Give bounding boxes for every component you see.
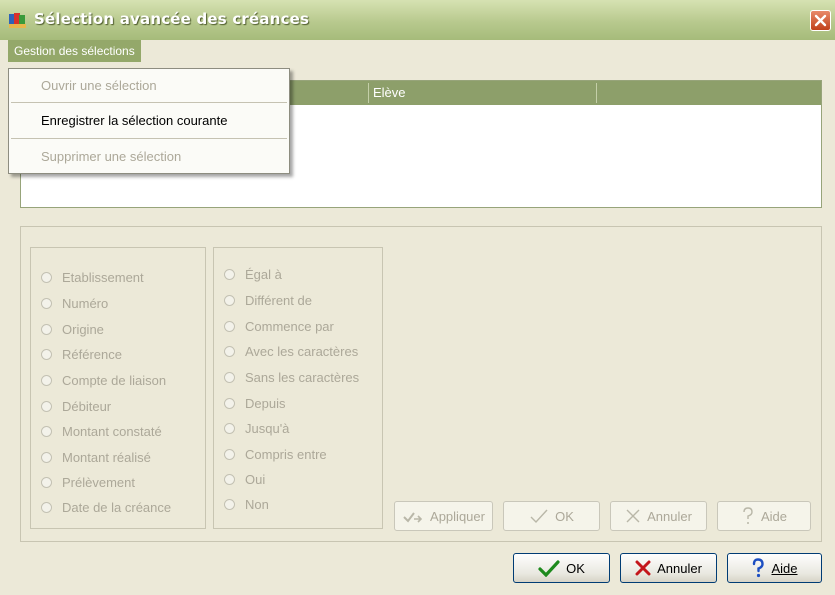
radio-field[interactable]: Date de la créance xyxy=(41,498,171,516)
radio-field[interactable]: Etablissement xyxy=(41,268,144,286)
radio-field[interactable]: Numéro xyxy=(41,294,108,312)
radio-field[interactable]: Montant constaté xyxy=(41,422,162,440)
radio-field[interactable]: Compte de liaison xyxy=(41,371,166,389)
ok-button[interactable]: OK xyxy=(513,553,610,583)
radio-button[interactable] xyxy=(224,498,235,510)
fields-group: Etablissement Numéro Origine Référence C… xyxy=(30,247,206,529)
help-button[interactable]: Aide xyxy=(727,553,822,583)
radio-operator[interactable]: Jusqu'à xyxy=(224,419,289,437)
radio-operator[interactable]: Avec les caractères xyxy=(224,342,358,360)
radio-field[interactable]: Référence xyxy=(41,345,122,363)
criteria-groupbox: Etablissement Numéro Origine Référence C… xyxy=(20,226,822,542)
radio-button[interactable] xyxy=(224,473,235,485)
radio-operator[interactable]: Sans les caractères xyxy=(224,368,359,386)
operators-group: Égal à Différent de Commence par Avec le… xyxy=(213,247,383,529)
apply-arrow-icon xyxy=(402,508,424,524)
radio-button[interactable] xyxy=(41,425,52,437)
inner-cancel-button[interactable]: Annuler xyxy=(610,501,707,531)
radio-button[interactable] xyxy=(224,448,235,460)
radio-button[interactable] xyxy=(41,271,52,283)
radio-button[interactable] xyxy=(41,374,52,386)
radio-operator[interactable]: Différent de xyxy=(224,291,312,309)
radio-button[interactable] xyxy=(224,397,235,409)
menu-separator xyxy=(11,102,287,103)
cancel-button[interactable]: Annuler xyxy=(620,553,717,583)
gestion-selections-menu: Ouvrir une sélection Enregistrer la séle… xyxy=(8,68,290,174)
radio-button[interactable] xyxy=(224,371,235,383)
radio-operator[interactable]: Oui xyxy=(224,470,265,488)
radio-operator[interactable]: Depuis xyxy=(224,394,285,412)
radio-operator[interactable]: Commence par xyxy=(224,317,334,335)
radio-operator[interactable]: Compris entre xyxy=(224,445,327,463)
radio-field[interactable]: Montant réalisé xyxy=(41,448,151,466)
column-separator xyxy=(596,83,597,103)
radio-button[interactable] xyxy=(41,323,52,335)
radio-button[interactable] xyxy=(224,422,235,434)
radio-button[interactable] xyxy=(41,476,52,488)
radio-field[interactable]: Débiteur xyxy=(41,397,111,415)
menu-item-enregistrer[interactable]: Enregistrer la sélection courante xyxy=(41,113,227,128)
menu-item-supprimer[interactable]: Supprimer une sélection xyxy=(41,149,181,164)
question-mark-icon xyxy=(741,507,755,525)
radio-button[interactable] xyxy=(224,345,235,357)
column-separator xyxy=(368,83,369,103)
menu-bar: Gestion des sélections xyxy=(0,40,835,62)
x-icon xyxy=(625,508,641,524)
column-header-eleve[interactable]: Elève xyxy=(373,85,406,100)
menu-gestion-selections[interactable]: Gestion des sélections xyxy=(8,40,141,62)
inner-help-button[interactable]: Aide xyxy=(717,501,811,531)
question-mark-icon xyxy=(751,558,765,578)
radio-operator[interactable]: Égal à xyxy=(224,265,282,283)
app-folder-icon xyxy=(8,11,28,29)
close-button[interactable] xyxy=(810,10,831,31)
red-x-icon xyxy=(635,560,651,576)
check-icon xyxy=(538,559,560,577)
radio-button[interactable] xyxy=(41,501,52,513)
inner-ok-button[interactable]: OK xyxy=(503,501,600,531)
radio-operator[interactable]: Non xyxy=(224,495,269,513)
close-x-icon xyxy=(814,14,827,27)
radio-button[interactable] xyxy=(41,348,52,360)
radio-button[interactable] xyxy=(224,268,235,280)
menu-separator xyxy=(11,138,287,139)
radio-button[interactable] xyxy=(224,294,235,306)
check-icon xyxy=(529,508,549,524)
apply-button[interactable]: Appliquer xyxy=(394,501,493,531)
radio-button[interactable] xyxy=(224,320,235,332)
radio-button[interactable] xyxy=(41,297,52,309)
radio-field[interactable]: Origine xyxy=(41,320,104,338)
radio-button[interactable] xyxy=(41,451,52,463)
radio-button[interactable] xyxy=(41,400,52,412)
window-title: Sélection avancée des créances xyxy=(34,10,310,28)
radio-field[interactable]: Prélèvement xyxy=(41,473,135,491)
title-bar: Sélection avancée des créances xyxy=(0,0,835,40)
menu-item-ouvrir[interactable]: Ouvrir une sélection xyxy=(41,78,157,93)
